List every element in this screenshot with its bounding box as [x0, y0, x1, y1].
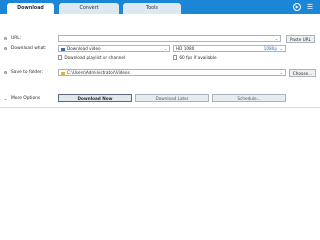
- tab-download[interactable]: Download: [7, 3, 54, 14]
- tab-tools[interactable]: Tools: [123, 3, 181, 14]
- save-to-label: ⚙ Save to folder:: [3, 70, 44, 75]
- paste-url-button[interactable]: Paste URL: [286, 34, 315, 43]
- hamburger-menu-icon[interactable]: ☰: [306, 3, 314, 11]
- more-options-toggle[interactable]: ⌄ More Options: [3, 95, 40, 102]
- divider: [0, 107, 320, 108]
- folder-icon: [61, 71, 65, 75]
- tab-convert[interactable]: Convert: [59, 3, 119, 14]
- playlist-checkbox[interactable]: Download playlist or channel: [58, 55, 125, 61]
- top-tab-bar: Download Convert Tools ▶ ☰: [0, 0, 320, 14]
- gear-icon: ⚙: [3, 36, 8, 41]
- choose-folder-button[interactable]: Choose...: [289, 68, 316, 77]
- gear-icon: ⚙: [3, 70, 8, 75]
- quality-hint: 1080p: [263, 46, 277, 51]
- download-now-button[interactable]: Download Now: [58, 94, 132, 102]
- download-later-button[interactable]: Download Later: [135, 94, 209, 102]
- chevron-down-icon: ⌄: [279, 70, 283, 75]
- chevron-down-icon[interactable]: ⌄: [275, 36, 278, 41]
- quality-select[interactable]: HD 1080 1080p ⌄: [173, 45, 286, 52]
- play-circle-icon[interactable]: ▶: [293, 3, 302, 12]
- url-input[interactable]: ⌄: [58, 35, 281, 42]
- download-what-label: ⚙ Download what:: [3, 46, 47, 51]
- video-icon: [61, 47, 65, 51]
- gear-icon: ⚙: [3, 46, 8, 51]
- download-type-select[interactable]: Download video ⌄: [58, 45, 170, 52]
- checkbox-box[interactable]: [173, 55, 178, 60]
- chevron-down-icon: ⌄: [163, 46, 167, 51]
- url-label: ⚙ URL:: [3, 36, 22, 41]
- chevron-down-icon: ⌄: [279, 46, 283, 51]
- checkbox-box[interactable]: [58, 55, 63, 60]
- save-path-select[interactable]: C:\Users\Administrator\Videos ⌄: [58, 69, 286, 76]
- chevron-down-icon[interactable]: ⌄: [3, 96, 8, 101]
- schedule-button[interactable]: Schedule...: [212, 94, 286, 102]
- fps-checkbox[interactable]: 60 fps if available: [173, 55, 217, 61]
